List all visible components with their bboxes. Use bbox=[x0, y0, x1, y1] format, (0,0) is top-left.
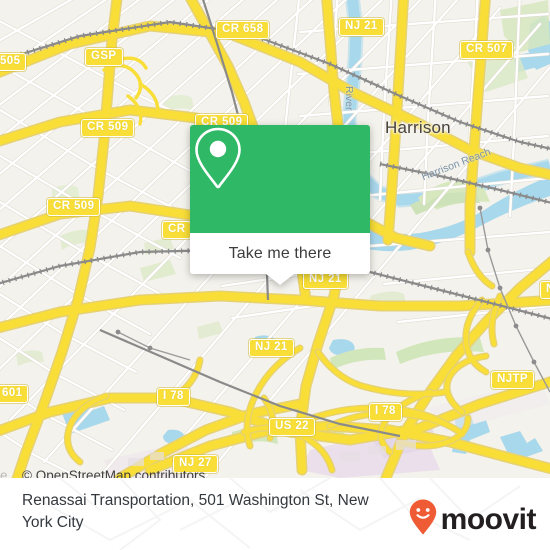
road-shield: I 78 bbox=[369, 403, 402, 421]
moovit-wordmark: moovit bbox=[440, 502, 537, 536]
road-shield: GSP bbox=[85, 48, 123, 66]
location-popup-card[interactable]: Take me there bbox=[190, 125, 370, 285]
place-label-harrison: Harrison bbox=[385, 118, 451, 137]
moovit-brand: moovit bbox=[408, 498, 537, 541]
attribution-edge-text: e bbox=[0, 468, 8, 478]
location-caption: Renassai Transportation, 501 Washington … bbox=[22, 492, 369, 531]
osm-attribution: © OpenStreetMap contributors bbox=[22, 468, 206, 478]
take-me-there-button[interactable]: Take me there bbox=[190, 233, 370, 274]
road-shield: CR 507 bbox=[460, 41, 514, 59]
take-me-there-label: Take me there bbox=[228, 244, 332, 262]
road-shield: NJ 21 bbox=[249, 339, 294, 357]
road-shield: N bbox=[540, 281, 550, 299]
road-shield: 601 bbox=[0, 385, 29, 403]
road-shield: I 78 bbox=[157, 388, 190, 406]
road-shield: US 22 bbox=[269, 418, 315, 436]
road-shield: CR 509 bbox=[47, 198, 101, 216]
popup-icon-area bbox=[190, 125, 370, 233]
road-shield: CR bbox=[162, 221, 192, 239]
moovit-pin-icon bbox=[408, 498, 438, 541]
footer-bar: Renassai Transportation, 501 Washington … bbox=[0, 478, 550, 550]
map-canvas[interactable]: .mj{fill:none;stroke:#f8de37;stroke-line… bbox=[0, 0, 550, 478]
map-screenshot: .mj{fill:none;stroke:#f8de37;stroke-line… bbox=[0, 0, 550, 550]
road-shield: NJ 21 bbox=[339, 18, 384, 36]
road-shield: 505 bbox=[0, 53, 27, 71]
road-shield: NJTP bbox=[491, 371, 534, 389]
water-label-river: River bbox=[343, 86, 355, 111]
road-shield: CR 509 bbox=[81, 119, 135, 137]
popup-tail bbox=[266, 274, 294, 285]
road-shield: CR 658 bbox=[216, 21, 270, 39]
